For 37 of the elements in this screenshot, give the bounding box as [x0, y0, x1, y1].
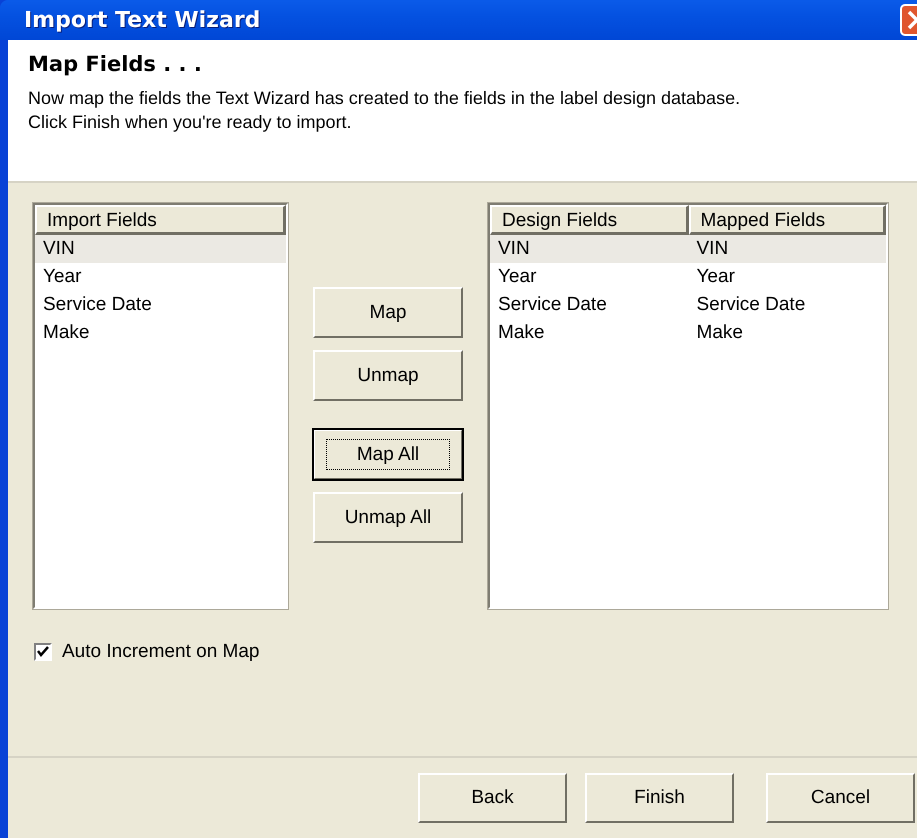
description: Now map the fields the Text Wizard has created to the fields in the label design database. Click Finish when you're ready to import. — [28, 87, 742, 134]
list-row[interactable]: Year — [35, 263, 286, 291]
list-cell-text: Make — [696, 322, 744, 344]
window-title: Import Text Wizard — [24, 8, 260, 32]
list-cell-text: VIN — [42, 238, 76, 260]
map-button[interactable]: Map — [313, 287, 463, 338]
list-row[interactable]: Service Date — [35, 291, 286, 319]
list-cell-text: Service Date — [696, 294, 806, 316]
list-row[interactable]: VIN — [35, 235, 286, 263]
list-cell-text: VIN — [696, 238, 730, 260]
list-cell-text: Make — [42, 322, 90, 344]
list-cell-text: Make — [497, 322, 546, 344]
page-heading: Map Fields . . . — [28, 52, 203, 76]
list-row[interactable]: Service Date Service Date — [490, 291, 886, 319]
list-row[interactable]: VIN VIN — [490, 235, 886, 263]
list-row[interactable]: Make Make — [490, 319, 886, 347]
column-header[interactable]: Mapped Fields — [688, 205, 886, 235]
list-cell-text: VIN — [497, 238, 531, 260]
unmap-all-button[interactable]: Unmap All — [313, 492, 463, 543]
map-all-button[interactable]: Map All — [313, 429, 463, 480]
column-header[interactable]: Design Fields — [490, 205, 688, 235]
list-cell-text: Service Date — [497, 294, 608, 316]
list-cell-text: Year — [696, 266, 736, 288]
list-row[interactable]: Make — [35, 319, 286, 347]
import-fields-list[interactable]: Import Fields VIN Year Service Date Make — [33, 203, 288, 609]
list-cell-text: Year — [497, 266, 538, 288]
checkbox[interactable] — [34, 643, 52, 661]
unmap-button[interactable]: Unmap — [313, 350, 463, 401]
list-row[interactable]: Year Year — [490, 263, 886, 291]
list-cell-text: Year — [42, 266, 82, 288]
design-fields-list[interactable]: Design Fields Mapped Fields VIN VIN Year Year Service Date Service Date Make Make — [488, 203, 888, 609]
column-header[interactable]: Import Fields — [35, 205, 286, 235]
cancel-button[interactable]: Cancel — [766, 773, 915, 823]
finish-button[interactable]: Finish — [585, 773, 734, 823]
back-button[interactable]: Back — [418, 773, 567, 823]
checkbox-label[interactable]: Auto Increment on Map — [62, 641, 260, 663]
list-cell-text: Service Date — [42, 294, 153, 316]
